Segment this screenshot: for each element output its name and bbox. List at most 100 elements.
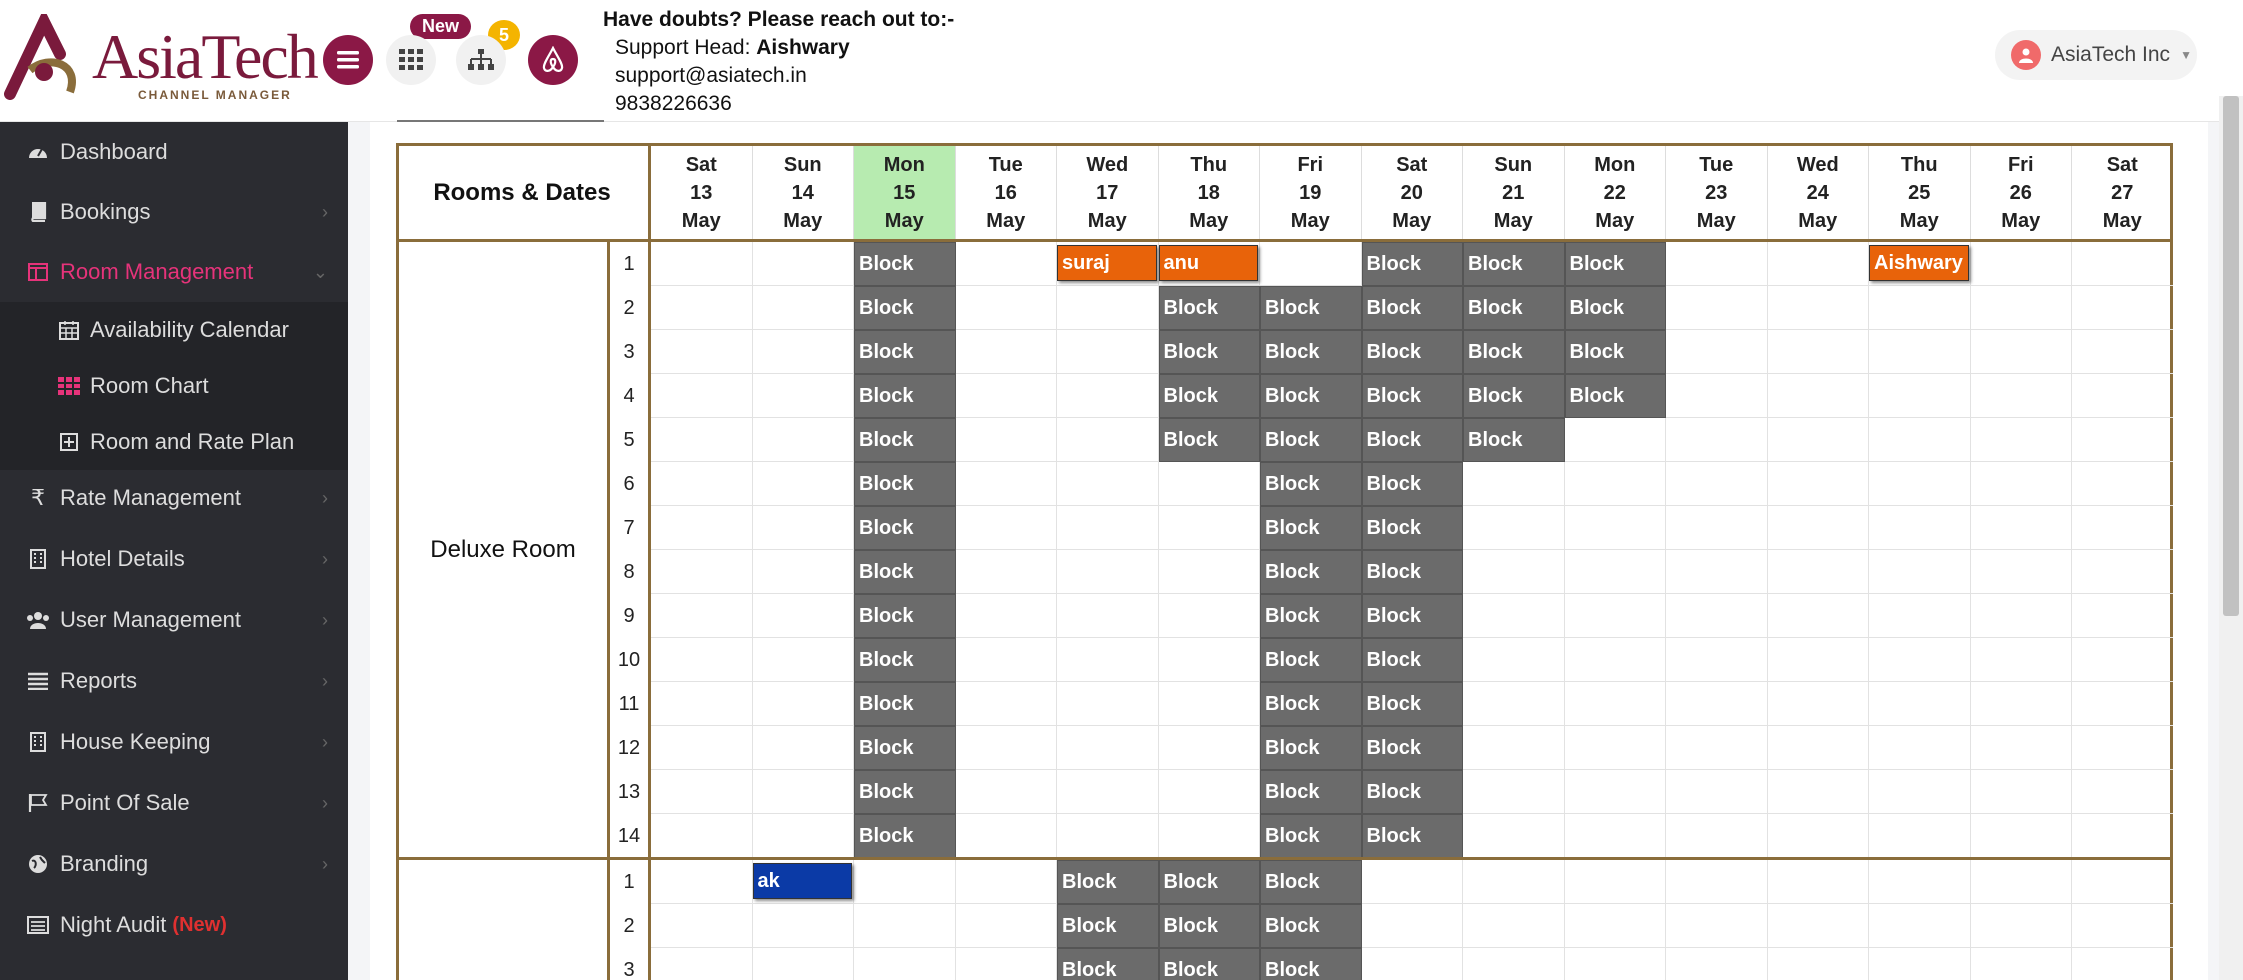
room-chart-cell[interactable] [1564, 770, 1666, 814]
block-cell[interactable]: Block [854, 550, 956, 594]
room-chart-cell[interactable] [955, 770, 1057, 814]
block-cell[interactable]: Block [1361, 726, 1463, 770]
block-cell[interactable]: Block [854, 418, 956, 462]
block-cell[interactable]: Block [854, 506, 956, 550]
sidebar-item-point-of-sale[interactable]: Point Of Sale › [0, 773, 348, 833]
room-chart-cell[interactable] [1767, 904, 1869, 948]
room-chart-cell[interactable] [1362, 948, 1463, 980]
room-chart-cell[interactable] [651, 860, 753, 904]
room-chart-cell[interactable] [1057, 506, 1159, 550]
room-chart-cell[interactable] [955, 638, 1057, 682]
room-chart-cell[interactable] [1767, 418, 1869, 462]
room-chart-cell[interactable] [1666, 814, 1768, 858]
room-chart-cell[interactable] [752, 770, 854, 814]
room-chart-cell[interactable] [2072, 594, 2173, 638]
room-chart-cell[interactable] [752, 550, 854, 594]
room-chart-cell[interactable] [1463, 594, 1565, 638]
room-chart-cell[interactable] [1564, 682, 1666, 726]
room-chart-cell[interactable] [955, 374, 1057, 418]
room-chart-cell[interactable] [1463, 638, 1565, 682]
room-chart-cell[interactable] [955, 904, 1057, 948]
sidebar-subitem-availability-calendar[interactable]: Availability Calendar [0, 302, 348, 358]
room-chart-cell[interactable] [1057, 462, 1159, 506]
room-chart-cell[interactable] [1666, 726, 1768, 770]
booking-bar[interactable]: Aishwary [1869, 245, 1969, 281]
room-chart-cell[interactable] [1463, 550, 1565, 594]
room-chart-cell[interactable] [1564, 506, 1666, 550]
block-cell[interactable]: Block [1361, 594, 1463, 638]
room-chart-cell[interactable] [1564, 462, 1666, 506]
room-chart-cell[interactable] [1463, 814, 1565, 858]
room-chart-cell[interactable] [1869, 374, 1971, 418]
room-chart-cell[interactable] [752, 462, 854, 506]
sidebar-subitem-room-and-rate-plan[interactable]: Room and Rate Plan [0, 414, 348, 470]
room-chart-cell[interactable] [955, 682, 1057, 726]
room-chart-cell[interactable] [955, 418, 1057, 462]
block-cell[interactable]: Block [1158, 948, 1260, 980]
block-cell[interactable]: Block [854, 770, 956, 814]
block-cell[interactable]: Block [1361, 374, 1463, 418]
room-chart-cell[interactable] [1463, 948, 1565, 980]
block-cell[interactable]: Block [1057, 860, 1159, 904]
room-chart-cell[interactable] [1970, 462, 2072, 506]
block-cell[interactable]: Block [1260, 814, 1362, 858]
room-chart-cell[interactable] [1666, 462, 1768, 506]
block-cell[interactable]: Block [1361, 550, 1463, 594]
room-chart-cell[interactable] [1869, 726, 1971, 770]
sidebar-item-rate-management[interactable]: ₹ Rate Management › [0, 468, 348, 528]
room-chart-cell[interactable] [2072, 726, 2173, 770]
room-chart-cell[interactable] [1666, 374, 1768, 418]
room-chart-cell[interactable] [1158, 770, 1260, 814]
room-chart-cell[interactable] [1970, 374, 2072, 418]
room-chart-cell[interactable] [1158, 638, 1260, 682]
room-chart-cell[interactable] [1564, 418, 1666, 462]
block-cell[interactable]: Block [1463, 418, 1565, 462]
room-chart-cell[interactable] [1564, 904, 1666, 948]
block-cell[interactable]: Block [1564, 242, 1666, 286]
room-chart-cell[interactable] [651, 462, 753, 506]
room-chart-cell[interactable] [1564, 638, 1666, 682]
sidebar-item-room-management[interactable]: Room Management ⌄ [0, 242, 348, 302]
room-chart-cell[interactable] [1158, 462, 1260, 506]
room-chart-cell[interactable] [2072, 904, 2173, 948]
sidebar-item-bookings[interactable]: Bookings › [0, 182, 348, 242]
block-cell[interactable]: Block [1260, 770, 1362, 814]
room-chart-cell[interactable] [2072, 770, 2173, 814]
room-chart-cell[interactable] [752, 814, 854, 858]
sidebar-item-reports[interactable]: Reports › [0, 651, 348, 711]
room-chart-cell[interactable] [1970, 726, 2072, 770]
support-email[interactable]: support@asiatech.in [603, 62, 954, 90]
block-cell[interactable]: Block [1260, 726, 1362, 770]
block-cell[interactable]: Block [1463, 286, 1565, 330]
block-cell[interactable]: Block [1361, 506, 1463, 550]
room-chart-cell[interactable] [651, 594, 753, 638]
room-chart-cell[interactable] [1971, 948, 2072, 980]
block-cell[interactable]: Block [854, 286, 956, 330]
block-cell[interactable]: Block [1361, 418, 1463, 462]
room-chart-cell[interactable] [651, 948, 753, 980]
room-chart-cell[interactable] [955, 286, 1057, 330]
room-chart-cell[interactable] [651, 726, 753, 770]
block-cell[interactable]: Block [854, 814, 956, 858]
room-chart-cell[interactable] [1361, 904, 1463, 948]
room-chart-cell[interactable] [2072, 374, 2173, 418]
room-chart-cell[interactable] [651, 506, 753, 550]
block-cell[interactable]: Block [854, 682, 956, 726]
room-chart-cell[interactable] [1768, 948, 1869, 980]
room-chart-cell[interactable] [752, 594, 854, 638]
menu-toggle-button[interactable] [323, 35, 373, 85]
booking-bar[interactable]: anu [1158, 245, 1258, 281]
room-chart-cell[interactable] [1057, 814, 1159, 858]
room-chart-cell[interactable] [651, 242, 753, 286]
block-cell[interactable]: Block [1158, 330, 1260, 374]
room-chart-cell[interactable] [1666, 550, 1768, 594]
room-chart-cell[interactable] [1057, 330, 1159, 374]
room-chart-cell[interactable] [2072, 286, 2173, 330]
room-chart-cell[interactable] [752, 726, 854, 770]
room-chart-cell[interactable] [1767, 638, 1869, 682]
sidebar-item-hotel-details[interactable]: Hotel Details › [0, 529, 348, 589]
room-chart-cell[interactable] [1869, 550, 1971, 594]
room-chart-cell[interactable] [1057, 726, 1159, 770]
room-chart-cell[interactable] [1970, 286, 2072, 330]
airbnb-button[interactable] [528, 35, 578, 85]
